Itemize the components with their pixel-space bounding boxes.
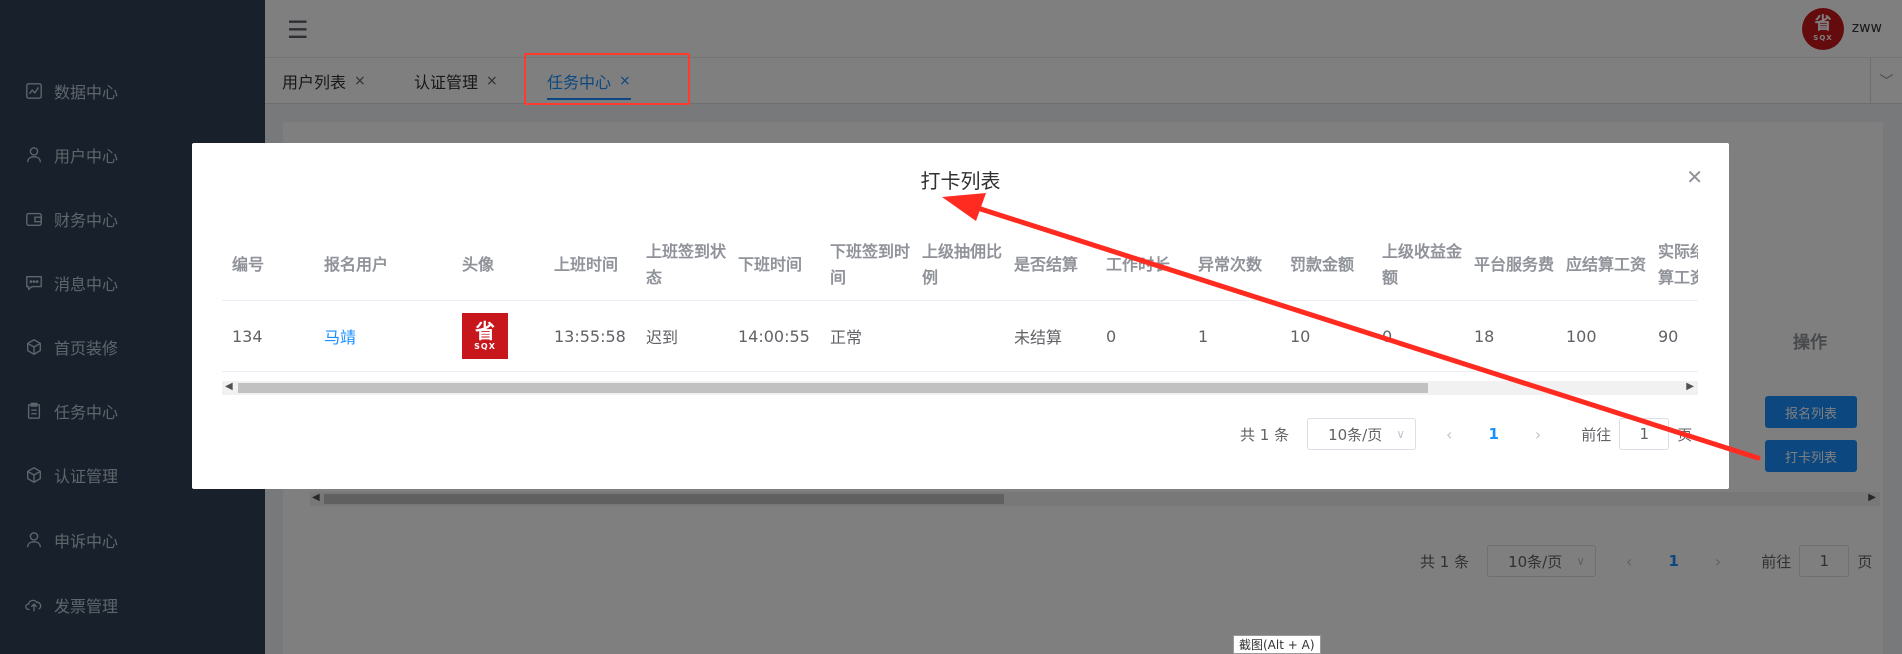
dialog-title: 打卡列表 bbox=[920, 169, 1001, 193]
user-avatar-image[interactable]: 省 SQX bbox=[462, 313, 508, 359]
page-size-value: 10条/页 bbox=[1328, 425, 1383, 444]
cell-id: 134 bbox=[232, 326, 263, 346]
goto-label: 前往 bbox=[1581, 425, 1612, 444]
column-header: 异常次数 bbox=[1198, 255, 1263, 274]
cell-start-time: 13:55:58 bbox=[554, 326, 626, 346]
pagination: 共 1 条 10条/页 ∨ ‹ 1 › 前往 1 页 bbox=[1240, 418, 1692, 450]
column-header: 平台服务费 bbox=[1474, 255, 1555, 274]
cell-end-time: 14:00:55 bbox=[738, 326, 810, 346]
screenshot-tooltip: 截图(Alt + A) bbox=[1233, 635, 1321, 654]
cell-actual-wage: 90 bbox=[1658, 326, 1679, 346]
cell-payable-wage: 100 bbox=[1566, 326, 1597, 346]
page-suffix: 页 bbox=[1677, 425, 1693, 444]
goto-page-input[interactable]: 1 bbox=[1619, 418, 1670, 450]
cell-fine: 10 bbox=[1290, 326, 1311, 346]
scrollbar-thumb[interactable] bbox=[238, 383, 1428, 393]
cell-platform-fee: 18 bbox=[1474, 326, 1495, 346]
column-header: 报名用户 bbox=[324, 255, 389, 274]
current-page[interactable]: 1 bbox=[1488, 425, 1498, 443]
checkin-table: 编号 报名用户 头像 上班时间 上班签到状态 下班时间 下班签到时间 上级抽佣比… bbox=[222, 230, 1698, 380]
cell-commission-ratio bbox=[912, 301, 1004, 371]
cell-start-status: 迟到 bbox=[646, 328, 679, 347]
avatar-subtext: SQX bbox=[474, 342, 496, 351]
column-header: 编号 bbox=[232, 255, 265, 274]
column-header: 上班时间 bbox=[554, 255, 619, 274]
chevron-down-icon: ∨ bbox=[1396, 427, 1406, 441]
next-page-icon[interactable]: › bbox=[1535, 425, 1541, 444]
column-header: 上级抽佣比例 bbox=[922, 242, 1003, 287]
horizontal-scrollbar[interactable]: ◀ ▶ bbox=[222, 381, 1698, 395]
scroll-left-icon[interactable]: ◀ bbox=[225, 381, 233, 392]
column-header: 实际结算工资 bbox=[1658, 242, 1698, 287]
column-header: 下班时间 bbox=[738, 255, 803, 274]
divider bbox=[222, 371, 1698, 372]
checkin-list-dialog: 打卡列表 ✕ 编号 报名用户 头像 上班时间 上班签到状态 下班时间 下班签到时… bbox=[192, 143, 1729, 489]
column-header: 上班签到状态 bbox=[646, 242, 727, 287]
column-header: 头像 bbox=[462, 255, 495, 274]
cell-settled: 未结算 bbox=[1014, 328, 1063, 347]
column-header: 下班签到时间 bbox=[830, 242, 911, 287]
close-icon[interactable]: ✕ bbox=[1686, 165, 1703, 189]
cell-work-hours: 0 bbox=[1106, 326, 1117, 346]
column-header: 是否结算 bbox=[1014, 255, 1079, 274]
annotation-highlight-box bbox=[524, 53, 690, 105]
cell-superior-income: 0 bbox=[1382, 326, 1393, 346]
pagination-total: 共 1 条 bbox=[1240, 425, 1290, 444]
avatar-text: 省 bbox=[475, 319, 495, 343]
cell-end-status: 正常 bbox=[830, 328, 863, 347]
column-header: 工作时长 bbox=[1106, 255, 1171, 274]
cell-user-link[interactable]: 马靖 bbox=[314, 301, 452, 371]
page-size-select[interactable]: 10条/页 ∨ bbox=[1307, 418, 1417, 450]
cell-avatar: 省 SQX bbox=[452, 301, 544, 371]
prev-page-icon[interactable]: ‹ bbox=[1446, 425, 1452, 444]
column-header: 上级收益金额 bbox=[1382, 242, 1463, 287]
column-header: 罚款金额 bbox=[1290, 255, 1355, 274]
cell-abnormal-count: 1 bbox=[1198, 326, 1209, 346]
scroll-right-icon[interactable]: ▶ bbox=[1686, 381, 1694, 392]
column-header: 应结算工资 bbox=[1566, 255, 1647, 274]
